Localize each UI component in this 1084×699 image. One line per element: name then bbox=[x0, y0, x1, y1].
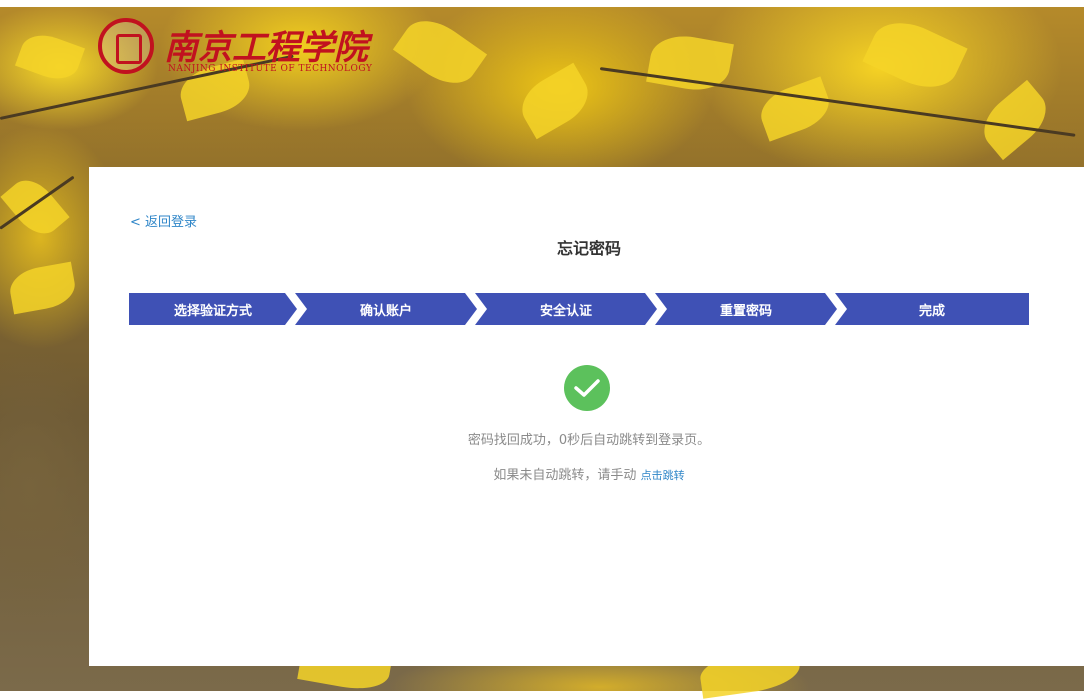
fallback-text: 如果未自动跳转，请手动 bbox=[493, 468, 637, 483]
checkmark-icon bbox=[574, 379, 600, 397]
leaf-decoration bbox=[0, 171, 70, 243]
leaf-decoration bbox=[14, 27, 86, 87]
step-complete: 完成 bbox=[835, 293, 1029, 325]
school-seal-icon bbox=[98, 18, 154, 74]
leaf-decoration bbox=[392, 8, 488, 96]
leaf-decoration bbox=[973, 79, 1057, 161]
step-confirm-account: 确认账户 bbox=[295, 293, 477, 325]
manual-jump-link[interactable]: 点击跳转 bbox=[641, 469, 685, 482]
leaf-decoration bbox=[6, 261, 79, 315]
step-label: 完成 bbox=[918, 303, 945, 319]
logo-chinese-name: 南京工程学院 bbox=[164, 28, 368, 68]
logo-english-name: NANJING INSTITUTE OF TECHNOLOGY bbox=[168, 64, 373, 74]
back-to-login-link[interactable]: < 返回登录 bbox=[130, 211, 197, 230]
step-reset-password: 重置密码 bbox=[655, 293, 837, 325]
step-label: 选择验证方式 bbox=[173, 303, 252, 319]
check-circle-icon bbox=[564, 365, 610, 411]
leaf-decoration bbox=[754, 76, 836, 142]
step-label: 确认账户 bbox=[359, 303, 412, 319]
leaf-decoration bbox=[512, 62, 598, 140]
progress-steps: 选择验证方式 确认账户 安全认证 重置密码 完成 bbox=[129, 293, 1029, 325]
fallback-message: 如果未自动跳转，请手动 点击跳转 bbox=[89, 464, 1084, 483]
leaf-decoration bbox=[862, 10, 968, 100]
page-title: 忘记密码 bbox=[556, 239, 621, 258]
forgot-password-card: < 返回登录 忘记密码 选择验证方式 确认账户 安全认证 重置密码 完成 密码找… bbox=[89, 167, 1084, 666]
step-label: 重置密码 bbox=[719, 303, 772, 319]
success-message: 密码找回成功，0秒后自动跳转到登录页。 bbox=[467, 433, 711, 448]
school-logo: 南京工程学院 NANJING INSTITUTE OF TECHNOLOGY bbox=[98, 16, 372, 80]
step-select-method: 选择验证方式 bbox=[129, 293, 297, 325]
step-security-verify: 安全认证 bbox=[475, 293, 657, 325]
step-label: 安全认证 bbox=[539, 303, 592, 319]
